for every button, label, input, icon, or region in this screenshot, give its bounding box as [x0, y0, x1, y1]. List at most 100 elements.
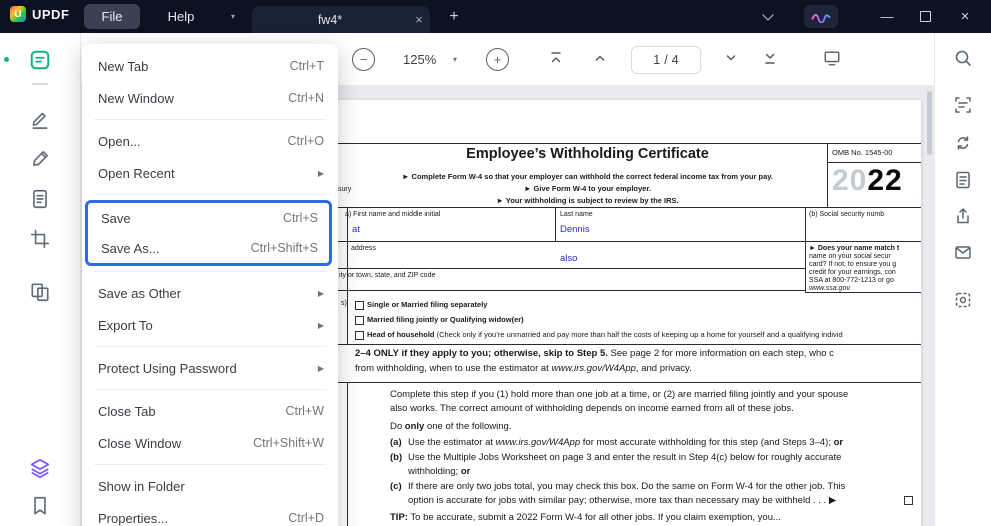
menu-item-protect-using-password[interactable]: Protect Using Password▶	[82, 352, 338, 384]
filing-option-1: Single or Married filing separately	[367, 300, 487, 309]
submenu-arrow-icon: ▶	[318, 364, 324, 373]
menu-item-open[interactable]: Open...Ctrl+O	[82, 125, 338, 157]
menu-item-save[interactable]: SaveCtrl+S	[88, 203, 329, 233]
comment-tool-icon[interactable]	[29, 49, 51, 71]
capture-icon[interactable]	[953, 290, 973, 310]
step2-b-label: (b)	[390, 452, 402, 463]
step2-do-line: Do only one of the following.	[390, 421, 511, 432]
last-name-field-value[interactable]: Dennis	[560, 224, 590, 235]
menu-divider	[94, 464, 326, 465]
right-tool-sidebar	[934, 33, 991, 526]
file-menu-button[interactable]: File	[84, 4, 140, 29]
menu-divider	[94, 346, 326, 347]
menu-item-open-recent[interactable]: Open Recent▶	[82, 157, 338, 189]
ssa-note-line: ► Does your name match t	[809, 245, 899, 252]
mail-icon[interactable]	[953, 242, 973, 262]
ssa-note-line: name on your social secur	[809, 253, 891, 260]
zoom-out-button[interactable]: −	[352, 48, 375, 71]
menu-item-close-tab[interactable]: Close TabCtrl+W	[82, 395, 338, 427]
zoom-in-button[interactable]: +	[486, 48, 509, 71]
address-field-value[interactable]: also	[560, 253, 577, 264]
share-icon[interactable]	[953, 206, 973, 226]
ssa-note-line: card? If not, to ensure you g	[809, 261, 896, 268]
menu-divider	[94, 119, 326, 120]
menu-item-new-tab[interactable]: New TabCtrl+T	[82, 50, 338, 82]
ocr-icon[interactable]	[953, 95, 973, 115]
presentation-mode-icon[interactable]	[823, 49, 839, 65]
search-icon[interactable]	[953, 48, 973, 68]
two-jobs-checkbox[interactable]	[904, 496, 913, 505]
first-name-label: a) First name and middle initial	[345, 211, 440, 218]
menu-item-close-window[interactable]: Close WindowCtrl+Shift+W	[82, 427, 338, 459]
edit-tool-icon[interactable]	[29, 148, 51, 170]
last-page-button[interactable]	[762, 50, 778, 66]
single-checkbox[interactable]	[355, 301, 364, 310]
document-tab[interactable]: fw4* ×	[252, 6, 430, 33]
menu-divider	[94, 271, 326, 272]
menu-item-new-window[interactable]: New WindowCtrl+N	[82, 82, 338, 114]
filing-option-3: Head of household (Check only if you’re …	[367, 330, 843, 339]
page-tools-icon[interactable]	[953, 170, 973, 190]
submenu-arrow-icon: ▶	[318, 289, 324, 298]
new-tab-button[interactable]: +	[442, 5, 466, 29]
close-button[interactable]: ×	[946, 0, 984, 33]
step2-paragraph-1: Complete this step if you (1) hold more …	[390, 389, 848, 400]
minimize-button[interactable]: —	[868, 0, 906, 33]
menu-item-properties[interactable]: Properties...Ctrl+D	[82, 502, 338, 526]
city-label: ity or town, state, and ZIP code	[339, 272, 435, 279]
address-label: address	[351, 245, 376, 252]
menu-item-save-as[interactable]: Save As...Ctrl+Shift+S	[88, 233, 329, 263]
omb-number: OMB No. 1545-00	[832, 148, 892, 157]
next-page-button[interactable]	[723, 50, 739, 66]
form-instruction-1: ► Complete Form W-4 so that your employe…	[355, 172, 820, 181]
titlebar: U UPDF File Help ▾ fw4* × + — ×	[0, 0, 991, 33]
step2-c-text: If there are only two jobs total, you ma…	[408, 481, 845, 492]
steps-intro-line-1: 2–4 ONLY if they apply to you; otherwise…	[355, 348, 834, 359]
filing-option-2: Married filing jointly or Qualifying wid…	[367, 315, 524, 324]
page-separator: /	[664, 53, 667, 67]
updf-logo-icon: U	[10, 6, 26, 22]
submenu-arrow-icon: ▶	[318, 169, 324, 178]
layers-icon[interactable]	[29, 457, 51, 479]
menu-item-show-in-folder[interactable]: Show in Folder	[82, 470, 338, 502]
head-of-household-checkbox[interactable]	[355, 331, 364, 340]
last-name-label: Last name	[560, 211, 593, 218]
status-fragment: s)	[341, 300, 347, 307]
step2-c-text-2: option is accurate for jobs with similar…	[408, 495, 836, 506]
markup-tool-icon[interactable]	[29, 108, 51, 130]
crop-tool-icon[interactable]	[29, 228, 51, 250]
treasury-fragment: sury	[338, 186, 351, 193]
step2-c-label: (c)	[390, 481, 402, 492]
step2-b-text: Use the Multiple Jobs Worksheet on page …	[408, 452, 841, 463]
tab-list-caret-icon[interactable]: ▾	[231, 12, 235, 21]
help-menu-button[interactable]: Help	[158, 4, 204, 29]
collapse-toolbar-icon[interactable]	[764, 11, 772, 19]
first-name-field-value[interactable]: at	[352, 224, 360, 235]
vertical-scrollbar[interactable]	[927, 91, 932, 155]
bookmark-icon[interactable]	[29, 495, 51, 517]
organize-pages-icon[interactable]	[29, 281, 51, 303]
menu-item-save-as-other[interactable]: Save as Other▶	[82, 277, 338, 309]
married-jointly-checkbox[interactable]	[355, 316, 364, 325]
maximize-button[interactable]	[906, 0, 944, 33]
ssa-note-line: SSA at 800-772-1213 or go	[809, 277, 894, 284]
ssa-note-line: credit for your earnings, con	[809, 269, 896, 276]
page-total: 4	[672, 53, 679, 67]
compress-icon[interactable]	[953, 133, 973, 153]
page-current: 1	[653, 53, 660, 67]
menu-divider	[94, 194, 326, 195]
form-title: Employee’s Withholding Certificate	[355, 146, 820, 162]
left-tool-sidebar	[0, 33, 81, 526]
tab-close-icon[interactable]: ×	[408, 12, 430, 27]
first-page-button[interactable]	[548, 50, 564, 66]
page-number-input[interactable]: 1 / 4	[631, 46, 701, 74]
sidebar-divider	[32, 83, 48, 85]
convert-tool-icon[interactable]	[29, 188, 51, 210]
ssn-label: (b) Social security numb	[809, 211, 884, 218]
zoom-level[interactable]: 125%	[403, 52, 436, 67]
previous-page-button[interactable]	[592, 50, 608, 66]
zoom-caret-icon[interactable]: ▾	[453, 55, 457, 64]
tab-title: fw4*	[252, 13, 408, 27]
unlimited-upgrade-icon[interactable]	[804, 5, 838, 28]
menu-item-export-to[interactable]: Export To▶	[82, 309, 338, 341]
